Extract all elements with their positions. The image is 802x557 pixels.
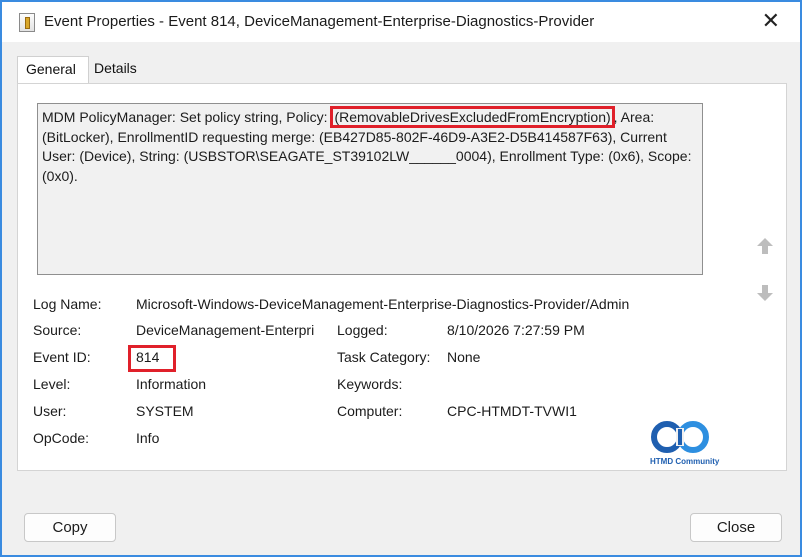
title-bar: Event Properties - Event 814, DeviceMana… xyxy=(2,2,800,42)
opcode-label: OpCode: xyxy=(33,430,90,446)
log-name-value[interactable]: Microsoft-Windows-DeviceManagement-Enter… xyxy=(136,296,629,312)
close-button[interactable]: Close xyxy=(690,513,782,542)
source-value[interactable]: DeviceManagement-Enterpri xyxy=(136,322,314,338)
description-prefix: MDM PolicyManager: Set policy string, Po… xyxy=(42,109,332,125)
logged-value[interactable]: 8/10/2026 7:27:59 PM xyxy=(447,322,585,338)
event-properties-window: Event Properties - Event 814, DeviceMana… xyxy=(0,0,802,557)
event-id-value[interactable]: 814 xyxy=(136,349,159,365)
task-category-label: Task Category: xyxy=(337,349,431,365)
computer-value[interactable]: CPC-HTMDT-TVWI1 xyxy=(447,403,577,419)
opcode-value[interactable]: Info xyxy=(136,430,159,446)
task-category-value[interactable]: None xyxy=(447,349,480,365)
logged-label: Logged: xyxy=(337,322,388,338)
level-label: Level: xyxy=(33,376,71,392)
keywords-label: Keywords: xyxy=(337,376,403,392)
tab-general[interactable]: General xyxy=(17,56,89,84)
logo-caption: HTMD Community xyxy=(650,457,720,466)
log-name-label: Log Name: xyxy=(33,296,102,312)
highlighted-policy: (RemovableDrivesExcludedFromEncryption) xyxy=(330,106,615,128)
event-description[interactable]: MDM PolicyManager: Set policy string, Po… xyxy=(37,103,703,275)
copy-button[interactable]: Copy xyxy=(24,513,116,542)
level-value[interactable]: Information xyxy=(136,376,206,392)
tab-details[interactable]: Details xyxy=(86,56,146,83)
source-label: Source: xyxy=(33,322,82,338)
arrow-up-icon[interactable] xyxy=(754,236,776,258)
arrow-down-icon[interactable] xyxy=(754,283,776,305)
computer-label: Computer: xyxy=(337,403,403,419)
window-title: Event Properties - Event 814, DeviceMana… xyxy=(44,13,595,30)
close-icon[interactable]: ✕ xyxy=(762,10,780,32)
user-value[interactable]: SYSTEM xyxy=(136,403,194,419)
user-label: User: xyxy=(33,403,67,419)
event-viewer-icon xyxy=(19,13,35,32)
event-id-label: Event ID: xyxy=(33,349,91,365)
